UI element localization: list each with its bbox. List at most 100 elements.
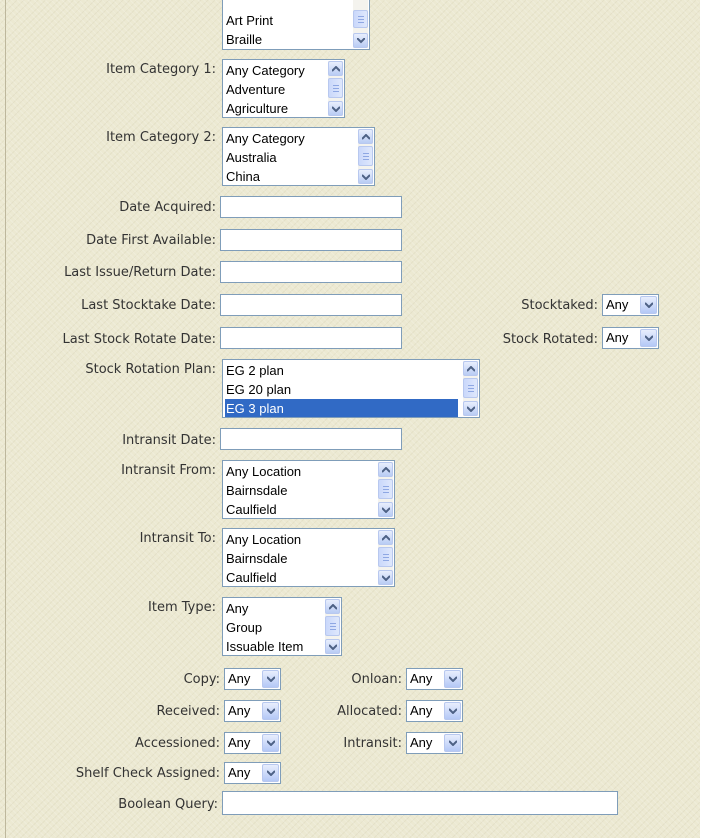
- intransit-label: Intransit:: [343, 736, 402, 751]
- scroll-down-button[interactable]: [463, 401, 478, 416]
- scroll-up-button[interactable]: [378, 530, 393, 545]
- dropdown-button[interactable]: [262, 734, 279, 752]
- list-option[interactable]: Caulfield: [225, 568, 277, 586]
- scroll-thumb[interactable]: [378, 479, 393, 499]
- dropdown-button[interactable]: [444, 734, 461, 752]
- scroll-thumb[interactable]: [328, 78, 343, 98]
- date-acquired-label: Date Acquired:: [119, 200, 216, 215]
- dropdown-button[interactable]: [640, 329, 657, 347]
- vertical-scrollbar[interactable]: [378, 462, 393, 517]
- item-type-list[interactable]: Any Group Issuable Item: [222, 597, 342, 656]
- list-option[interactable]: Bairnsdale: [225, 549, 287, 568]
- dropdown-button[interactable]: [262, 670, 279, 688]
- allocated-select[interactable]: Any: [406, 700, 463, 722]
- last-stocktake-date-label: Last Stocktake Date:: [81, 298, 216, 313]
- vertical-scrollbar[interactable]: [353, 0, 368, 48]
- scroll-down-button[interactable]: [378, 570, 393, 585]
- item-category-2-list[interactable]: Any Category Australia China: [222, 127, 375, 186]
- intransit-date-input[interactable]: [220, 428, 402, 450]
- boolean-query-input[interactable]: [222, 791, 618, 815]
- vertical-scrollbar[interactable]: [328, 61, 343, 116]
- allocated-label: Allocated:: [337, 704, 402, 719]
- stock-rotated-select[interactable]: Any: [602, 327, 659, 349]
- vertical-scrollbar[interactable]: [378, 530, 393, 585]
- list-option[interactable]: Any Location: [225, 530, 301, 549]
- received-label: Received:: [156, 704, 220, 719]
- chevron-up-icon: [467, 366, 475, 372]
- list-option[interactable]: Agriculture: [225, 99, 288, 117]
- list-option[interactable]: EG 2 plan: [225, 361, 284, 380]
- date-first-available-label: Date First Available:: [86, 233, 216, 248]
- last-stocktake-date-input[interactable]: [220, 294, 402, 316]
- list-option[interactable]: China: [225, 167, 260, 185]
- list-option[interactable]: Any Category: [225, 61, 305, 80]
- format-list[interactable]: Art Print Braille: [222, 0, 370, 50]
- select-value: Any: [410, 703, 433, 718]
- scroll-down-button[interactable]: [353, 33, 368, 48]
- dropdown-button[interactable]: [444, 702, 461, 720]
- list-option[interactable]: Bairnsdale: [225, 481, 287, 500]
- dropdown-button[interactable]: [444, 670, 461, 688]
- list-option[interactable]: Any Category: [225, 129, 305, 148]
- last-stock-rotate-date-input[interactable]: [220, 327, 402, 349]
- scroll-thumb[interactable]: [378, 547, 393, 567]
- scroll-up-button[interactable]: [328, 61, 343, 76]
- received-select[interactable]: Any: [224, 700, 281, 722]
- intransit-to-label: Intransit To:: [139, 531, 216, 546]
- last-issue-return-date-input[interactable]: [220, 261, 402, 283]
- chevron-down-icon: [467, 406, 475, 412]
- date-acquired-input[interactable]: [220, 196, 402, 218]
- list-option[interactable]: Braille: [225, 30, 262, 49]
- intransit-select[interactable]: Any: [406, 732, 463, 754]
- chevron-down-icon: [449, 740, 457, 746]
- stocktaked-select[interactable]: Any: [602, 294, 659, 316]
- chevron-up-icon: [382, 467, 390, 473]
- chevron-down-icon: [267, 676, 275, 682]
- vertical-scrollbar[interactable]: [325, 599, 340, 654]
- accessioned-select[interactable]: Any: [224, 732, 281, 754]
- chevron-down-icon: [267, 740, 275, 746]
- boolean-query-label: Boolean Query:: [118, 797, 218, 812]
- scroll-up-button[interactable]: [378, 462, 393, 477]
- shelf-check-assigned-select[interactable]: Any: [224, 762, 281, 784]
- dropdown-button[interactable]: [262, 702, 279, 720]
- intransit-from-list[interactable]: Any Location Bairnsdale Caulfield: [222, 460, 395, 519]
- scroll-up-button[interactable]: [463, 361, 478, 376]
- select-value: Any: [410, 735, 433, 750]
- list-option[interactable]: Adventure: [225, 80, 285, 99]
- scroll-up-button[interactable]: [325, 599, 340, 614]
- stock-rotation-plan-list[interactable]: EG 2 plan EG 20 plan EG 3 plan: [222, 359, 480, 418]
- dropdown-button[interactable]: [640, 296, 657, 314]
- chevron-down-icon: [267, 770, 275, 776]
- chevron-down-icon: [267, 708, 275, 714]
- scroll-up-button[interactable]: [358, 129, 373, 144]
- list-option[interactable]: Group: [225, 618, 262, 637]
- list-option[interactable]: Issuable Item: [225, 637, 303, 655]
- date-first-available-input[interactable]: [220, 229, 402, 251]
- chevron-down-icon: [357, 38, 365, 44]
- scroll-down-button[interactable]: [358, 169, 373, 184]
- list-option[interactable]: Art Print: [225, 11, 273, 30]
- scroll-thumb[interactable]: [358, 146, 373, 166]
- scroll-down-button[interactable]: [325, 639, 340, 654]
- list-option[interactable]: EG 20 plan: [225, 380, 291, 399]
- onloan-select[interactable]: Any: [406, 668, 463, 690]
- scroll-down-button[interactable]: [378, 502, 393, 517]
- vertical-scrollbar[interactable]: [358, 129, 373, 184]
- list-option[interactable]: Caulfield: [225, 500, 277, 518]
- list-option[interactable]: Any Location: [225, 462, 301, 481]
- scroll-down-button[interactable]: [328, 101, 343, 116]
- list-option-selected[interactable]: EG 3 plan: [225, 399, 458, 417]
- scroll-thumb[interactable]: [325, 616, 340, 636]
- select-value: Any: [410, 671, 433, 686]
- scroll-thumb[interactable]: [463, 378, 478, 398]
- intransit-to-list[interactable]: Any Location Bairnsdale Caulfield: [222, 528, 395, 587]
- vertical-scrollbar[interactable]: [463, 361, 478, 416]
- dropdown-button[interactable]: [262, 764, 279, 782]
- scroll-thumb[interactable]: [353, 10, 368, 28]
- list-option[interactable]: Australia: [225, 148, 277, 167]
- shelf-check-assigned-label: Shelf Check Assigned:: [75, 766, 220, 781]
- item-category-1-list[interactable]: Any Category Adventure Agriculture: [222, 59, 345, 118]
- list-option[interactable]: Any: [225, 599, 248, 618]
- copy-select[interactable]: Any: [224, 668, 281, 690]
